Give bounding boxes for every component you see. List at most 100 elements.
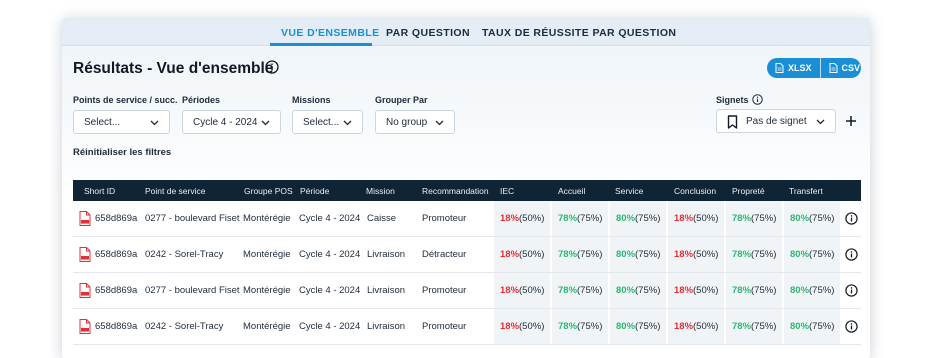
info-icon[interactable]	[751, 94, 763, 105]
score-cell: 78%(75%)	[552, 201, 608, 236]
score-cell: 80%(75%)	[610, 309, 666, 344]
col-periode[interactable]: Période	[300, 186, 329, 196]
col-mission[interactable]: Mission	[366, 186, 395, 196]
pdf-icon[interactable]	[79, 211, 91, 226]
signet-select[interactable]: Pas de signet	[716, 109, 836, 133]
file-icon	[829, 63, 838, 73]
cell-point-de-service: 0277 - boulevard Fiset	[145, 285, 240, 296]
export-group: XLSX CSV	[767, 58, 861, 78]
bookmark-icon	[727, 115, 738, 129]
table-row[interactable]: 658d869a 0242 - Sorel-Tracy Montérégie Cycl…	[73, 237, 861, 273]
score-target: (50%)	[693, 213, 719, 224]
score-cell: 78%(75%)	[726, 309, 782, 344]
cell-periode: Cycle 4 - 2024	[299, 321, 361, 332]
score-cell: 80%(75%)	[610, 237, 666, 272]
score-cell: 78%(75%)	[726, 273, 782, 308]
score-target: (50%)	[519, 285, 545, 296]
tab-bar: VUE D'ENSEMBLE PAR QUESTION TAUX DE RÉUS…	[62, 18, 870, 46]
score-value: 80%	[790, 285, 810, 296]
table-row[interactable]: 658d869a 0242 - Sorel-Tracy Montérégie Cycl…	[73, 309, 861, 345]
filter-grouper-select[interactable]: No group	[375, 110, 455, 134]
export-xlsx-button[interactable]: XLSX	[767, 58, 820, 78]
score-value: 78%	[558, 249, 578, 260]
score-cell: 80%(75%)	[784, 273, 840, 308]
info-icon[interactable]	[845, 320, 858, 333]
col-short-id[interactable]: Short ID	[84, 186, 115, 196]
score-value: 80%	[790, 213, 810, 224]
score-cell: 18%(50%)	[494, 309, 550, 344]
tab-success-rate[interactable]: TAUX DE RÉUSSITE PAR QUESTION	[482, 27, 676, 39]
chevron-down-icon	[261, 120, 270, 126]
score-value: 80%	[790, 321, 810, 332]
score-target: (50%)	[693, 249, 719, 260]
add-signet-icon[interactable]	[843, 113, 859, 129]
col-service[interactable]: Service	[615, 186, 643, 196]
score-value: 18%	[674, 249, 694, 260]
tab-overview[interactable]: VUE D'ENSEMBLE	[281, 27, 380, 39]
score-target: (75%)	[635, 213, 661, 224]
score-cell: 78%(75%)	[726, 201, 782, 236]
col-recommandation[interactable]: Recommandation	[422, 186, 489, 196]
cell-mission: Livraison	[367, 321, 406, 332]
cell-groupe-pos: Montérégie	[243, 321, 291, 332]
info-icon[interactable]	[845, 284, 858, 297]
table-row[interactable]: 658d869a 0277 - boulevard Fiset Montérégie…	[73, 273, 861, 309]
cell-mission: Caisse	[367, 213, 397, 224]
score-target: (75%)	[635, 285, 661, 296]
score-value: 78%	[558, 285, 578, 296]
signet-value: Pas de signet	[746, 116, 807, 127]
score-value: 80%	[616, 285, 636, 296]
filter-grouper-label: Grouper Par	[375, 95, 428, 105]
chevron-down-icon	[816, 119, 825, 125]
pdf-icon[interactable]	[79, 283, 91, 298]
file-icon	[775, 63, 784, 73]
table-row[interactable]: 658d869a 0277 - boulevard Fiset Montérégie…	[73, 201, 861, 237]
export-csv-label: CSV	[841, 63, 861, 73]
score-target: (75%)	[809, 285, 835, 296]
cell-periode: Cycle 4 - 2024	[299, 285, 361, 296]
col-accueil[interactable]: Accueil	[558, 186, 585, 196]
score-value: 80%	[616, 321, 636, 332]
filter-periodes-select[interactable]: Cycle 4 - 2024	[182, 110, 281, 134]
filter-points-select[interactable]: Select...	[73, 110, 170, 134]
score-value: 18%	[500, 285, 520, 296]
score-value: 18%	[500, 249, 520, 260]
reset-filters-link[interactable]: Réinitialiser les filtres	[73, 147, 171, 158]
col-groupe-pos[interactable]: Groupe POS	[244, 186, 293, 196]
active-tab-indicator	[270, 43, 372, 46]
filter-periodes-value: Cycle 4 - 2024	[193, 116, 258, 128]
results-panel: VUE D'ENSEMBLE PAR QUESTION TAUX DE RÉUS…	[62, 18, 870, 358]
col-conclusion[interactable]: Conclusion	[674, 186, 716, 196]
col-point-de-service[interactable]: Point de service	[145, 186, 205, 196]
score-cell: 80%(75%)	[610, 201, 666, 236]
score-target: (75%)	[577, 285, 603, 296]
col-proprete[interactable]: Propreté	[732, 186, 765, 196]
cell-periode: Cycle 4 - 2024	[299, 249, 361, 260]
page-title: Résultats - Vue d'ensemble	[73, 60, 274, 77]
tab-by-question[interactable]: PAR QUESTION	[386, 27, 470, 39]
col-transfert[interactable]: Transfert	[789, 186, 823, 196]
pdf-icon[interactable]	[79, 247, 91, 262]
cell-point-de-service: 0242 - Sorel-Tracy	[145, 321, 224, 332]
info-icon[interactable]	[265, 60, 279, 74]
cell-short-id: 658d869a	[95, 213, 138, 224]
score-target: (75%)	[751, 321, 777, 332]
score-value: 78%	[732, 285, 752, 296]
col-iec[interactable]: IEC	[500, 186, 514, 196]
info-icon[interactable]	[845, 212, 858, 225]
score-cell: 80%(75%)	[610, 273, 666, 308]
pdf-icon[interactable]	[79, 319, 91, 334]
score-cell: 18%(50%)	[668, 237, 724, 272]
export-csv-button[interactable]: CSV	[819, 58, 861, 78]
score-value: 80%	[616, 213, 636, 224]
cell-groupe-pos: Montérégie	[243, 213, 291, 224]
filter-missions-select[interactable]: Select...	[292, 110, 363, 134]
filter-missions-value: Select...	[303, 116, 340, 128]
score-target: (75%)	[577, 321, 603, 332]
score-target: (75%)	[635, 249, 661, 260]
score-value: 18%	[674, 285, 694, 296]
chevron-down-icon	[435, 120, 444, 126]
score-target: (50%)	[519, 249, 545, 260]
info-icon[interactable]	[845, 248, 858, 261]
score-target: (75%)	[809, 321, 835, 332]
